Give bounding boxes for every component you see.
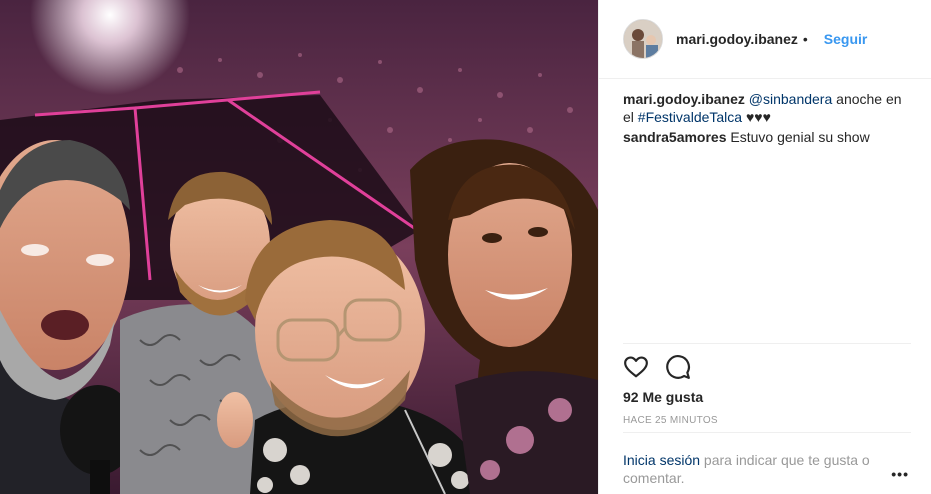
header-separator: • [802,31,808,47]
follow-button[interactable]: Seguir [824,31,868,47]
post-header: mari.godoy.ibanez • Seguir [599,0,931,79]
comment-item: sandra5amores Estuvo genial su show [623,128,911,146]
login-link[interactable]: Inicia sesión [623,452,700,468]
author-avatar[interactable] [623,19,663,59]
login-prompt: Inicia sesión para indicar que te gusta … [623,432,911,487]
post-photo[interactable] [0,0,598,494]
author-username[interactable]: mari.godoy.ibanez [676,31,798,47]
likes-count[interactable]: 92 Me gusta [623,389,703,405]
avatar-image [624,20,662,58]
post-sidebar: mari.godoy.ibanez • Seguir mari.godoy.ib… [598,0,931,494]
caption-hashtag[interactable]: #FestivaldeTalca [638,109,742,125]
action-bar [623,343,911,383]
caption-username[interactable]: mari.godoy.ibanez [623,91,745,107]
speech-bubble-icon[interactable] [665,354,691,380]
comment-text: Estuvo genial su show [726,129,870,145]
heart-outline-icon[interactable] [623,354,649,380]
post-timestamp: HACE 25 MINUTOS [623,415,718,426]
caption-mention[interactable]: @sinbandera [749,91,833,107]
comment-username[interactable]: sandra5amores [623,129,727,145]
caption-hearts: ♥♥♥ [742,109,771,125]
comments-list: mari.godoy.ibanez @sinbandera anoche en … [623,90,911,148]
more-options-button[interactable]: ••• [891,466,909,482]
caption: mari.godoy.ibanez @sinbandera anoche en … [623,90,911,126]
group-selfie-image [0,0,598,494]
instagram-post: mari.godoy.ibanez • Seguir mari.godoy.ib… [0,0,931,494]
